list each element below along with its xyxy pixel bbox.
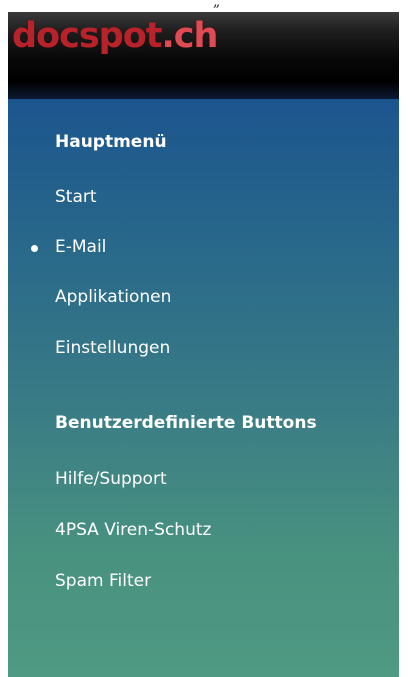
sidebar-nav: Hauptmenü Start E-Mail Applikationen Ein… xyxy=(8,99,399,677)
sidebar-item-start[interactable]: Start xyxy=(55,187,97,207)
sidebar-item-spam-filter[interactable]: Spam Filter xyxy=(55,571,151,591)
quote-mark: „ xyxy=(213,0,221,10)
sidebar-item-einstellungen[interactable]: Einstellungen xyxy=(55,338,170,358)
logo-tld-text: .ch xyxy=(161,16,219,56)
sidebar-item-viren-schutz[interactable]: 4PSA Viren-Schutz xyxy=(55,520,211,540)
header-bar: docspot.ch xyxy=(8,12,399,99)
logo-main-text: docspot xyxy=(12,16,163,56)
main-menu-title: Hauptmenü xyxy=(55,132,167,152)
docspot-logo[interactable]: docspot.ch xyxy=(12,16,219,56)
active-bullet-icon xyxy=(31,245,38,252)
sidebar-item-email[interactable]: E-Mail xyxy=(55,237,106,257)
sidebar-item-applikationen[interactable]: Applikationen xyxy=(55,287,171,307)
sidebar-item-hilfe-support[interactable]: Hilfe/Support xyxy=(55,469,167,489)
top-strip: „ xyxy=(0,0,408,12)
custom-buttons-title: Benutzerdefinierte Buttons xyxy=(55,413,317,433)
